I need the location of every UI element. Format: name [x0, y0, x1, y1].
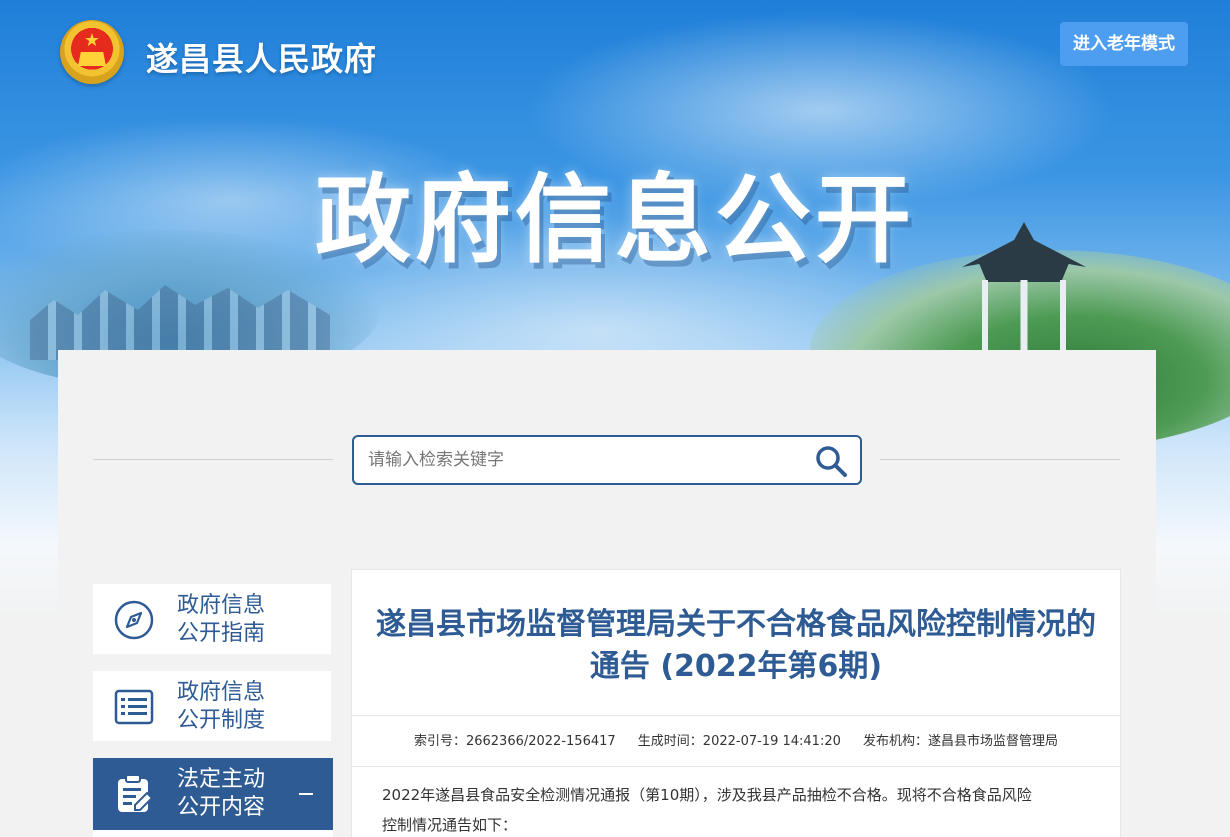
collapse-icon[interactable] [299, 793, 313, 795]
sidebar-label-line1: 政府信息 [177, 593, 266, 618]
elder-mode-button[interactable]: 进入老年模式 [1060, 22, 1188, 66]
sidebar-item-disclosure-guide[interactable]: 政府信息 公开指南 [93, 584, 331, 654]
national-emblem-logo[interactable] [60, 20, 124, 84]
article-body-line: 2022年遂昌县食品安全检测情况通报（第10期），涉及我县产品抽检不合格。现将不… [382, 786, 1032, 804]
clipboard-edit-icon [118, 774, 154, 812]
search-divider-right [880, 459, 1120, 460]
site-name[interactable]: 遂昌县人民政府 [146, 34, 377, 80]
sidebar-item-statutory-content[interactable]: 法定主动 公开内容 [93, 758, 333, 830]
sidebar-label-line1: 政府信息 [177, 680, 266, 705]
search-divider-left [93, 459, 333, 460]
sidebar-label-line2: 公开制度 [177, 708, 266, 733]
list-icon [114, 689, 154, 725]
search-input[interactable] [368, 437, 798, 483]
article-body: 2022年遂昌县食品安全检测情况通报（第10期），涉及我县产品抽检不合格。现将不… [382, 780, 1080, 837]
meta-index-no: 索引号：2662366/2022-156417 [413, 734, 616, 749]
article-title: 遂昌县市场监督管理局关于不合格食品风险控制情况的通告 (2022年第6期) [376, 607, 1096, 684]
article-body-line: 控制情况通告如下： [382, 816, 518, 834]
search-box [352, 435, 862, 485]
article-meta: 索引号：2662366/2022-156417 生成时间：2022-07-19 … [352, 715, 1120, 767]
pavilion-body [982, 280, 1066, 350]
page-hero-title: 政府信息公开 [315, 164, 915, 276]
sidebar-item-label: 政府信息 公开制度 [177, 679, 307, 735]
compass-icon [114, 600, 154, 640]
sidebar-item-label: 法定主动 公开内容 [177, 766, 307, 822]
article-card: 遂昌县市场监督管理局关于不合格食品风险控制情况的通告 (2022年第6期) 索引… [351, 569, 1121, 837]
sidebar-item-label: 政府信息 公开指南 [177, 592, 307, 648]
meta-publisher: 发布机构：遂昌县市场监督管理局 [863, 734, 1059, 749]
meta-created-time: 生成时间：2022-07-19 14:41:20 [637, 734, 841, 749]
search-icon[interactable] [814, 444, 848, 478]
sidebar-label-line2: 公开内容 [177, 795, 266, 820]
sidebar-label-line2: 公开指南 [177, 621, 266, 646]
sidebar-item-disclosure-system[interactable]: 政府信息 公开制度 [93, 671, 331, 741]
sidebar-submenu-area [93, 830, 333, 837]
sidebar-label-line1: 法定主动 [177, 767, 266, 792]
